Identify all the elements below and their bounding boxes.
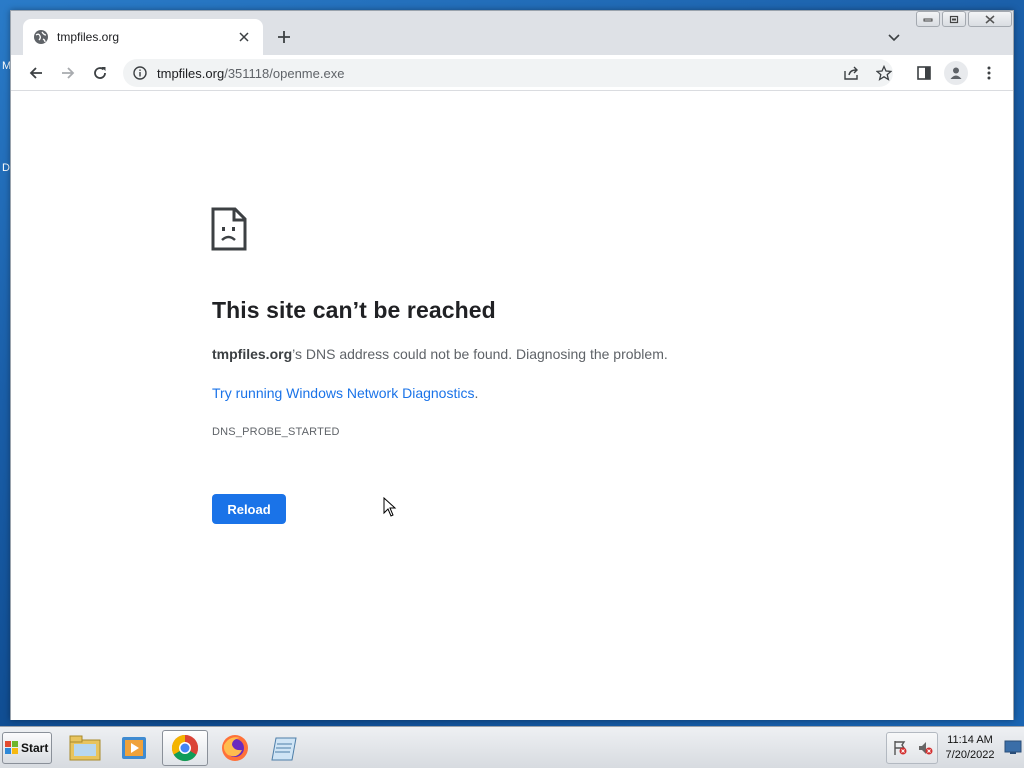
url-text: tmpfiles.org/351118/openme.exe <box>157 66 344 81</box>
desktop-icon-label: D <box>2 162 10 174</box>
mouse-cursor-icon <box>383 497 397 517</box>
browser-tab[interactable]: tmpfiles.org <box>23 19 263 55</box>
start-button[interactable]: Start <box>2 732 52 764</box>
bookmark-star-icon[interactable] <box>873 62 895 84</box>
tab-strip: tmpfiles.org <box>11 11 1013 55</box>
error-page: This site can’t be reached tmpfiles.org’… <box>11 92 1013 720</box>
reload-icon[interactable] <box>88 61 112 85</box>
browser-toolbar: tmpfiles.org/351118/openme.exe <box>11 55 1013 91</box>
info-icon[interactable] <box>133 66 147 80</box>
media-player-icon[interactable] <box>112 730 158 766</box>
taskbar-clock[interactable]: 11:14 AM 7/20/2022 <box>938 733 1002 763</box>
url-path: /351118/openme.exe <box>224 65 345 81</box>
restore-icon[interactable] <box>942 11 966 27</box>
error-host: tmpfiles.org <box>212 346 293 362</box>
notepad-icon[interactable] <box>262 730 308 766</box>
address-bar[interactable]: tmpfiles.org/351118/openme.exe <box>123 59 893 87</box>
taskbar: Start 11:14 AM 7/20/2022 <box>0 726 1024 768</box>
network-diagnostics-link[interactable]: Try running Windows Network Diagnostics <box>212 385 474 401</box>
file-explorer-icon[interactable] <box>62 730 108 766</box>
profile-avatar-icon[interactable] <box>944 61 968 85</box>
windows-logo-icon <box>5 741 18 754</box>
show-desktop-icon[interactable] <box>1004 739 1022 755</box>
volume-muted-icon[interactable] <box>917 740 933 756</box>
close-window-icon[interactable] <box>968 11 1012 27</box>
side-panel-icon[interactable] <box>912 61 936 85</box>
chevron-down-icon[interactable] <box>883 28 905 48</box>
close-tab-icon[interactable] <box>235 28 253 46</box>
clock-time: 11:14 AM <box>947 734 993 746</box>
new-tab-icon[interactable] <box>273 26 295 48</box>
error-description-text: ’s DNS address could not be found. Diagn… <box>292 346 668 362</box>
browser-window: tmpfiles.org tmpfiles.org/351118/openme.… <box>10 10 1014 720</box>
error-title: This site can’t be reached <box>212 297 496 323</box>
clock-date: 7/20/2022 <box>945 749 995 761</box>
url-host: tmpfiles.org <box>157 65 225 81</box>
action-center-flag-icon[interactable] <box>892 740 908 756</box>
firefox-icon[interactable] <box>212 730 258 766</box>
more-menu-icon[interactable] <box>977 61 1001 85</box>
link-suffix: . <box>474 385 479 401</box>
window-controls <box>916 11 1012 27</box>
start-label: Start <box>21 741 49 755</box>
sad-document-icon <box>211 207 247 251</box>
chrome-icon[interactable] <box>162 730 208 766</box>
system-tray <box>886 732 938 764</box>
back-arrow-icon[interactable] <box>24 61 48 85</box>
reload-button[interactable]: Reload <box>212 494 286 524</box>
minimize-icon[interactable] <box>916 11 940 27</box>
diagnostics-row: Try running Windows Network Diagnostics. <box>212 385 478 401</box>
forward-arrow-icon[interactable] <box>56 61 80 85</box>
share-icon[interactable] <box>841 62 863 84</box>
error-code: DNS_PROBE_STARTED <box>212 426 340 438</box>
tab-title: tmpfiles.org <box>57 30 120 44</box>
error-description: tmpfiles.org’s DNS address could not be … <box>212 346 668 362</box>
globe-icon <box>34 30 48 44</box>
